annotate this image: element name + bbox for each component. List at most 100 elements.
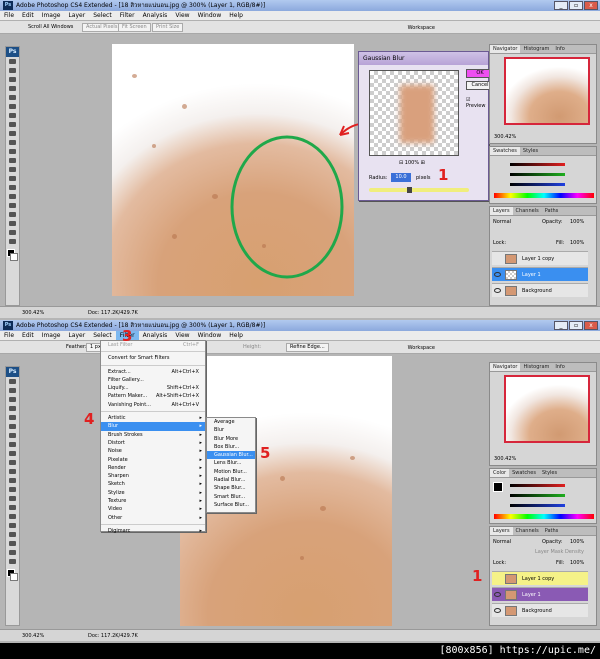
tab-layers[interactable]: Layers	[490, 527, 513, 535]
blur-menu-item[interactable]: Gaussian Blur...	[207, 451, 255, 460]
zoom-level[interactable]: 300.42%	[22, 633, 44, 639]
filter-menu-item[interactable]: Vanishing Point... Alt+Ctrl+V	[101, 401, 205, 409]
tab-layers[interactable]: Layers	[490, 207, 513, 215]
layer-row[interactable]: Layer 1	[492, 267, 588, 281]
tab-styles[interactable]: Styles	[520, 147, 541, 155]
layer-row[interactable]: Background	[492, 283, 588, 297]
dodge-tool-icon[interactable]	[6, 496, 19, 503]
blur-menu-item[interactable]: Smart Blur...	[207, 493, 255, 501]
blur-menu-item[interactable]: Motion Blur...	[207, 468, 255, 476]
filter-menu-item[interactable]: Convert for Smart Filters	[101, 354, 205, 362]
tab-info[interactable]: Info	[552, 363, 567, 371]
blur-menu-item[interactable]: Box Blur...	[207, 443, 255, 451]
menu-file[interactable]: File	[0, 331, 18, 340]
filter-menu-item[interactable]: Sharpen	[101, 472, 205, 481]
crop-tool-icon[interactable]	[6, 415, 19, 422]
filter-menu-item[interactable]: Liquify... Shift+Ctrl+X	[101, 384, 205, 392]
move-tool-icon[interactable]	[6, 379, 19, 386]
radius-input[interactable]: 10.0	[391, 173, 411, 182]
navigator-thumbnail[interactable]	[504, 375, 590, 443]
eye-icon[interactable]	[494, 272, 501, 277]
green-slider[interactable]	[510, 173, 565, 176]
filter-menu-item[interactable]: Distort	[101, 439, 205, 448]
tab-paths[interactable]: Paths	[542, 207, 562, 215]
history-brush-tool-icon[interactable]	[6, 460, 19, 467]
preview-checkbox[interactable]: ☑ Preview	[466, 97, 488, 109]
eyedropper-tool-icon[interactable]	[6, 424, 19, 431]
foreground-color[interactable]	[493, 482, 503, 492]
red-slider[interactable]	[510, 163, 565, 166]
shape-tool-icon[interactable]	[6, 532, 19, 539]
menu-window[interactable]: Window	[194, 331, 226, 340]
filter-menu-item[interactable]: Render	[101, 464, 205, 473]
menu-layer[interactable]: Layer	[64, 331, 89, 340]
color-swatches[interactable]	[6, 566, 19, 586]
zoom-level[interactable]: 300.42%	[22, 310, 44, 316]
filter-menu-item[interactable]: Noise	[101, 447, 205, 456]
tab-color[interactable]: Color	[490, 469, 510, 477]
opacity-input[interactable]: 100%	[570, 219, 584, 225]
eye-icon[interactable]	[494, 288, 501, 293]
healing-tool-icon[interactable]	[6, 433, 19, 440]
tab-channels[interactable]: Channels	[513, 207, 542, 215]
lasso-tool-icon[interactable]	[6, 397, 19, 404]
minimize-icon[interactable]: _	[554, 321, 568, 330]
tab-histogram[interactable]: Histogram	[520, 45, 552, 53]
path-select-tool-icon[interactable]	[6, 523, 19, 530]
blur-menu-item[interactable]: Blur More	[207, 435, 255, 443]
menu-select[interactable]: Select	[89, 331, 116, 340]
filter-menu-item[interactable]: Texture	[101, 497, 205, 506]
tab-channels[interactable]: Channels	[513, 527, 542, 535]
blur-menu-item[interactable]: Radial Blur...	[207, 476, 255, 484]
blue-slider[interactable]	[510, 183, 565, 186]
refine-edge-button[interactable]: Refine Edge...	[286, 343, 329, 352]
marquee-tool-icon[interactable]	[6, 388, 19, 395]
blur-tool-icon[interactable]	[6, 487, 19, 494]
workspace-menu[interactable]: Workspace	[408, 342, 435, 355]
filter-menu-item[interactable]: Stylize	[101, 489, 205, 498]
filter-menu-item[interactable]: Digimarc	[101, 527, 205, 536]
tab-navigator[interactable]: Navigator	[490, 45, 521, 53]
tab-swatches[interactable]: Swatches	[490, 147, 520, 155]
quick-select-tool-icon[interactable]	[6, 406, 19, 413]
layer-row[interactable]: Background	[492, 603, 588, 617]
eye-icon[interactable]	[494, 608, 501, 613]
close-icon[interactable]: x	[584, 321, 598, 330]
layer-row[interactable]: Layer 1 copy	[492, 571, 588, 585]
layer-row[interactable]: Layer 1 copy	[492, 251, 588, 265]
preview-zoom[interactable]: ⊟ 100% ⊞	[399, 160, 425, 166]
tab-info[interactable]: Info	[552, 45, 567, 53]
filter-menu-item[interactable]: Pattern Maker... Alt+Shift+Ctrl+X	[101, 392, 205, 400]
filter-menu-item[interactable]: Sketch	[101, 480, 205, 489]
zoom-tool-icon[interactable]	[6, 559, 19, 566]
filter-menu-item[interactable]: Video	[101, 505, 205, 514]
filter-menu-item[interactable]: Extract... Alt+Ctrl+X	[101, 368, 205, 376]
navigator-zoom[interactable]: 300.42%	[494, 134, 516, 140]
spectrum-bar[interactable]	[494, 514, 594, 519]
tab-swatches[interactable]: Swatches	[509, 469, 539, 477]
tab-navigator[interactable]: Navigator	[490, 363, 521, 371]
pen-tool-icon[interactable]	[6, 505, 19, 512]
menu-edit[interactable]: Edit	[18, 331, 38, 340]
hand-tool-icon[interactable]	[6, 550, 19, 557]
blend-mode-select[interactable]: Normal	[493, 539, 511, 545]
brush-tool-icon[interactable]	[6, 442, 19, 449]
green-slider[interactable]	[510, 494, 565, 497]
tab-histogram[interactable]: Histogram	[520, 363, 552, 371]
fill-input[interactable]: 100%	[570, 240, 584, 246]
spectrum-bar[interactable]	[494, 193, 594, 198]
type-tool-icon[interactable]	[6, 514, 19, 521]
navigator-thumbnail[interactable]	[504, 57, 590, 125]
filter-menu-item[interactable]: Filter Gallery...	[101, 376, 205, 384]
layer-row[interactable]: Layer 1	[492, 587, 588, 601]
fill-input[interactable]: 100%	[570, 560, 584, 566]
maximize-icon[interactable]: ▫	[569, 321, 583, 330]
eraser-tool-icon[interactable]	[6, 469, 19, 476]
clone-stamp-tool-icon[interactable]	[6, 451, 19, 458]
filter-menu-item[interactable]: Blur	[101, 422, 205, 431]
menu-help[interactable]: Help	[225, 331, 247, 340]
filter-menu-item[interactable]: Pixelate	[101, 456, 205, 465]
radius-slider[interactable]	[369, 187, 469, 193]
3d-tool-icon[interactable]	[6, 541, 19, 548]
filter-menu-item[interactable]: Last Filter Ctrl+F	[101, 341, 205, 349]
